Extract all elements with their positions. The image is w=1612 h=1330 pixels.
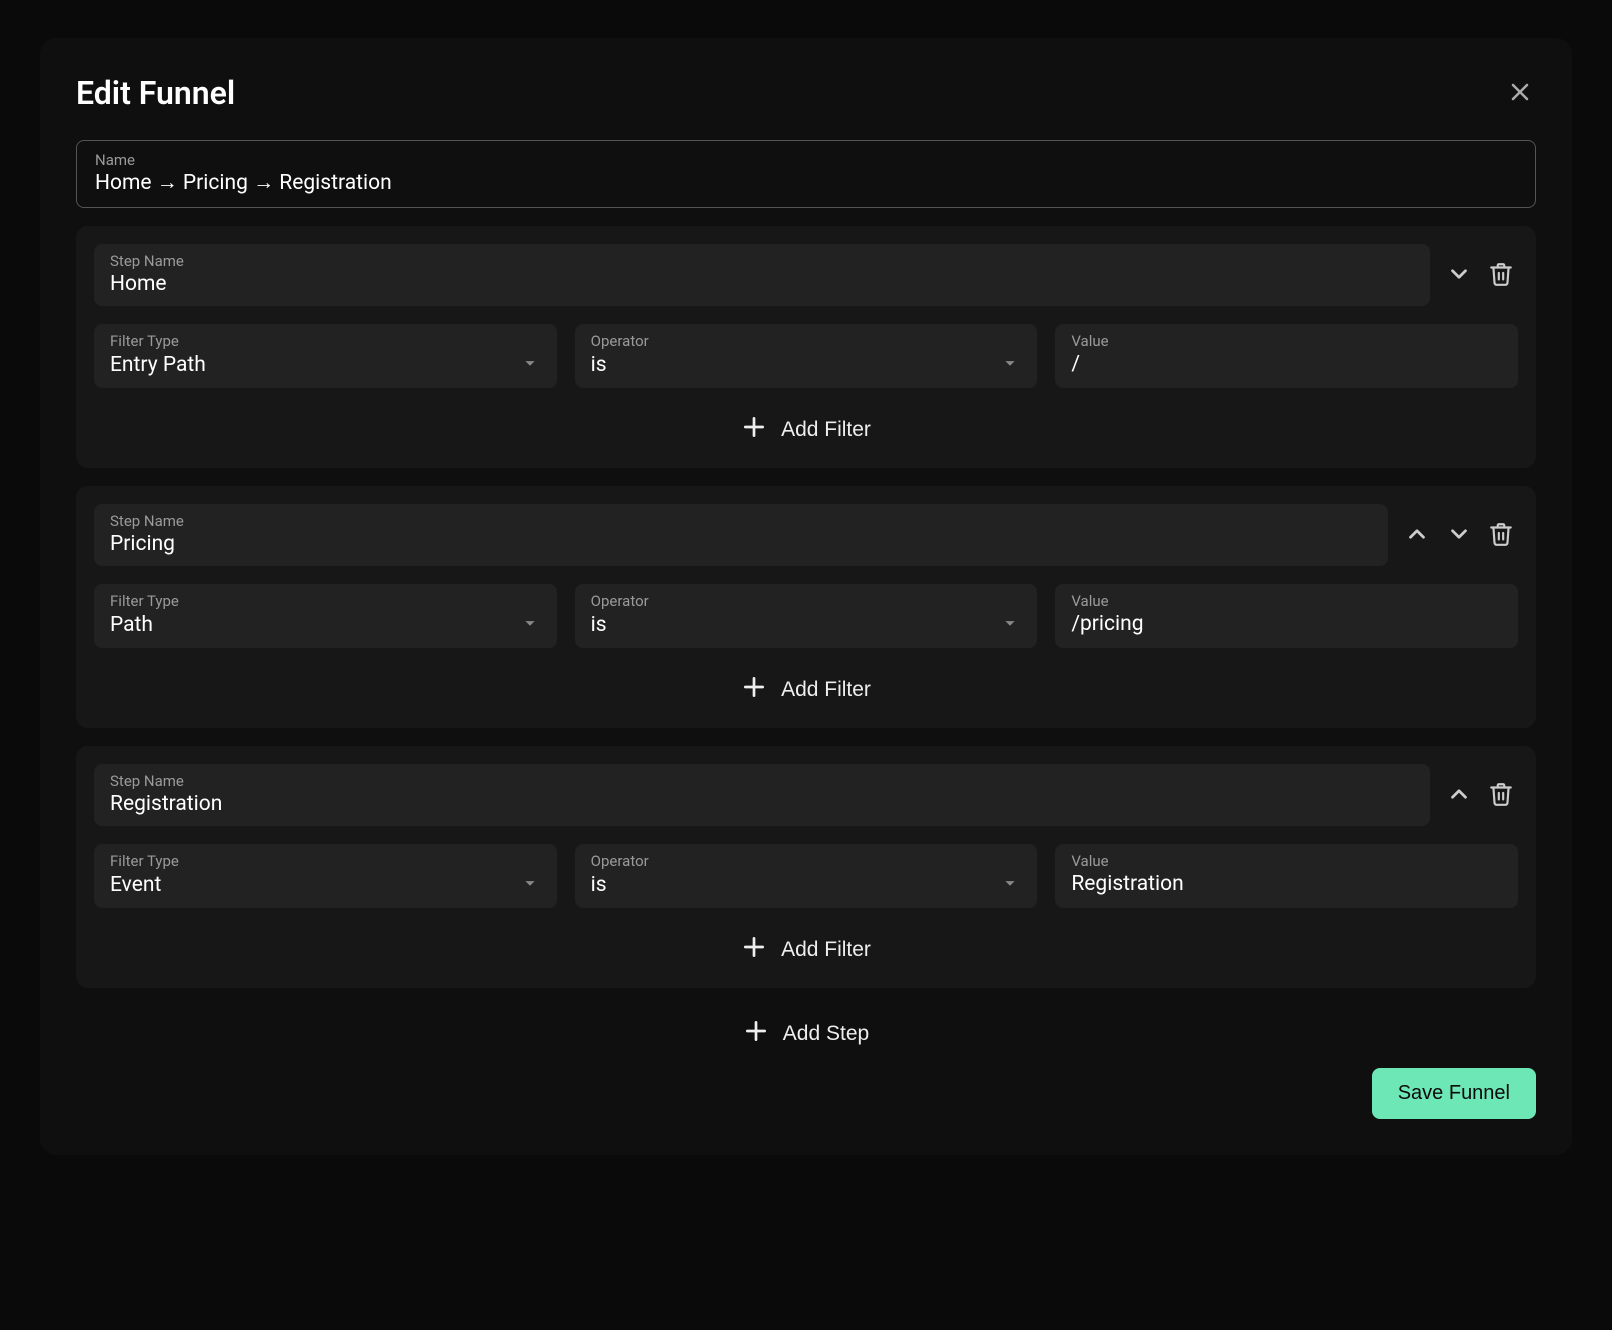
- trash-icon: [1488, 781, 1514, 810]
- dropdown-icon: [999, 352, 1021, 378]
- step-header: Step Name: [94, 504, 1518, 566]
- step-card: Step Name Filter Type Event Operator is Value…: [76, 746, 1536, 988]
- trash-icon: [1488, 261, 1514, 290]
- value-label: Value: [1071, 592, 1502, 610]
- value-input[interactable]: [1071, 872, 1502, 896]
- chevron-up-icon: [1446, 781, 1472, 810]
- step-controls: [1442, 777, 1518, 814]
- step-header: Step Name: [94, 764, 1518, 826]
- step-name-field[interactable]: Step Name: [94, 764, 1430, 826]
- modal-header: Edit Funnel: [76, 74, 1536, 112]
- modal-title: Edit Funnel: [76, 74, 235, 112]
- filter-type-value: Entry Path: [110, 353, 206, 377]
- chevron-down-icon: [1446, 521, 1472, 550]
- delete-step-button[interactable]: [1484, 777, 1518, 814]
- operator-select[interactable]: Operator is: [575, 844, 1038, 908]
- step-card: Step Name Filter Type Entry Path Operator is…: [76, 226, 1536, 468]
- filter-type-label: Filter Type: [110, 592, 541, 610]
- add-filter-label: Add Filter: [781, 418, 871, 442]
- delete-step-button[interactable]: [1484, 517, 1518, 554]
- operator-select[interactable]: Operator is: [575, 584, 1038, 648]
- dropdown-icon: [999, 872, 1021, 898]
- funnel-name-field[interactable]: Name: [76, 140, 1536, 208]
- close-button[interactable]: [1504, 76, 1536, 111]
- name-label: Name: [95, 151, 1517, 169]
- filter-row: Filter Type Event Operator is Value: [94, 844, 1518, 908]
- plus-icon: [743, 1018, 769, 1050]
- step-name-label: Step Name: [110, 252, 1414, 270]
- trash-icon: [1488, 521, 1514, 550]
- plus-icon: [741, 674, 767, 706]
- add-filter-button[interactable]: Add Filter: [741, 414, 871, 446]
- move-down-button[interactable]: [1442, 257, 1476, 294]
- filter-type-select[interactable]: Filter Type Entry Path: [94, 324, 557, 388]
- funnel-name-input[interactable]: [95, 171, 1517, 195]
- filter-type-label: Filter Type: [110, 332, 541, 350]
- step-controls: [1400, 517, 1518, 554]
- filter-type-value: Path: [110, 613, 153, 637]
- add-filter-row: Add Filter: [94, 406, 1518, 450]
- add-filter-button[interactable]: Add Filter: [741, 674, 871, 706]
- filter-type-select[interactable]: Filter Type Path: [94, 584, 557, 648]
- step-name-input[interactable]: [110, 272, 1414, 296]
- add-filter-row: Add Filter: [94, 926, 1518, 970]
- move-down-button[interactable]: [1442, 517, 1476, 554]
- dropdown-icon: [519, 612, 541, 638]
- delete-step-button[interactable]: [1484, 257, 1518, 294]
- step-name-field[interactable]: Step Name: [94, 244, 1430, 306]
- chevron-up-icon: [1404, 521, 1430, 550]
- filter-type-label: Filter Type: [110, 852, 541, 870]
- move-up-button[interactable]: [1442, 777, 1476, 814]
- operator-value: is: [591, 873, 607, 897]
- move-up-button[interactable]: [1400, 517, 1434, 554]
- value-input[interactable]: [1071, 612, 1502, 636]
- operator-label: Operator: [591, 332, 1022, 350]
- add-step-row: Add Step: [76, 1006, 1536, 1068]
- step-name-label: Step Name: [110, 512, 1372, 530]
- filter-row: Filter Type Path Operator is Value: [94, 584, 1518, 648]
- add-filter-button[interactable]: Add Filter: [741, 934, 871, 966]
- add-step-label: Add Step: [783, 1022, 869, 1046]
- value-field[interactable]: Value: [1055, 844, 1518, 908]
- step-name-label: Step Name: [110, 772, 1414, 790]
- filter-type-select[interactable]: Filter Type Event: [94, 844, 557, 908]
- chevron-down-icon: [1446, 261, 1472, 290]
- dropdown-icon: [519, 352, 541, 378]
- filter-row: Filter Type Entry Path Operator is Value: [94, 324, 1518, 388]
- plus-icon: [741, 934, 767, 966]
- step-header: Step Name: [94, 244, 1518, 306]
- value-field[interactable]: Value: [1055, 584, 1518, 648]
- filter-type-value: Event: [110, 873, 161, 897]
- dropdown-icon: [999, 612, 1021, 638]
- operator-value: is: [591, 353, 607, 377]
- step-name-input[interactable]: [110, 532, 1372, 556]
- add-step-button[interactable]: Add Step: [743, 1018, 869, 1050]
- edit-funnel-modal: Edit Funnel Name Step Name Filter Type Ent…: [40, 38, 1572, 1155]
- plus-icon: [741, 414, 767, 446]
- step-name-field[interactable]: Step Name: [94, 504, 1388, 566]
- operator-select[interactable]: Operator is: [575, 324, 1038, 388]
- add-filter-label: Add Filter: [781, 678, 871, 702]
- value-label: Value: [1071, 852, 1502, 870]
- operator-label: Operator: [591, 592, 1022, 610]
- step-controls: [1442, 257, 1518, 294]
- save-funnel-button[interactable]: Save Funnel: [1372, 1068, 1536, 1119]
- step-card: Step Name Filter Type Path Operator is Value A…: [76, 486, 1536, 728]
- modal-footer: Save Funnel: [76, 1068, 1536, 1119]
- operator-label: Operator: [591, 852, 1022, 870]
- value-input[interactable]: [1071, 352, 1502, 376]
- add-filter-label: Add Filter: [781, 938, 871, 962]
- value-field[interactable]: Value: [1055, 324, 1518, 388]
- dropdown-icon: [519, 872, 541, 898]
- operator-value: is: [591, 613, 607, 637]
- close-icon: [1508, 80, 1532, 107]
- step-name-input[interactable]: [110, 792, 1414, 816]
- value-label: Value: [1071, 332, 1502, 350]
- add-filter-row: Add Filter: [94, 666, 1518, 710]
